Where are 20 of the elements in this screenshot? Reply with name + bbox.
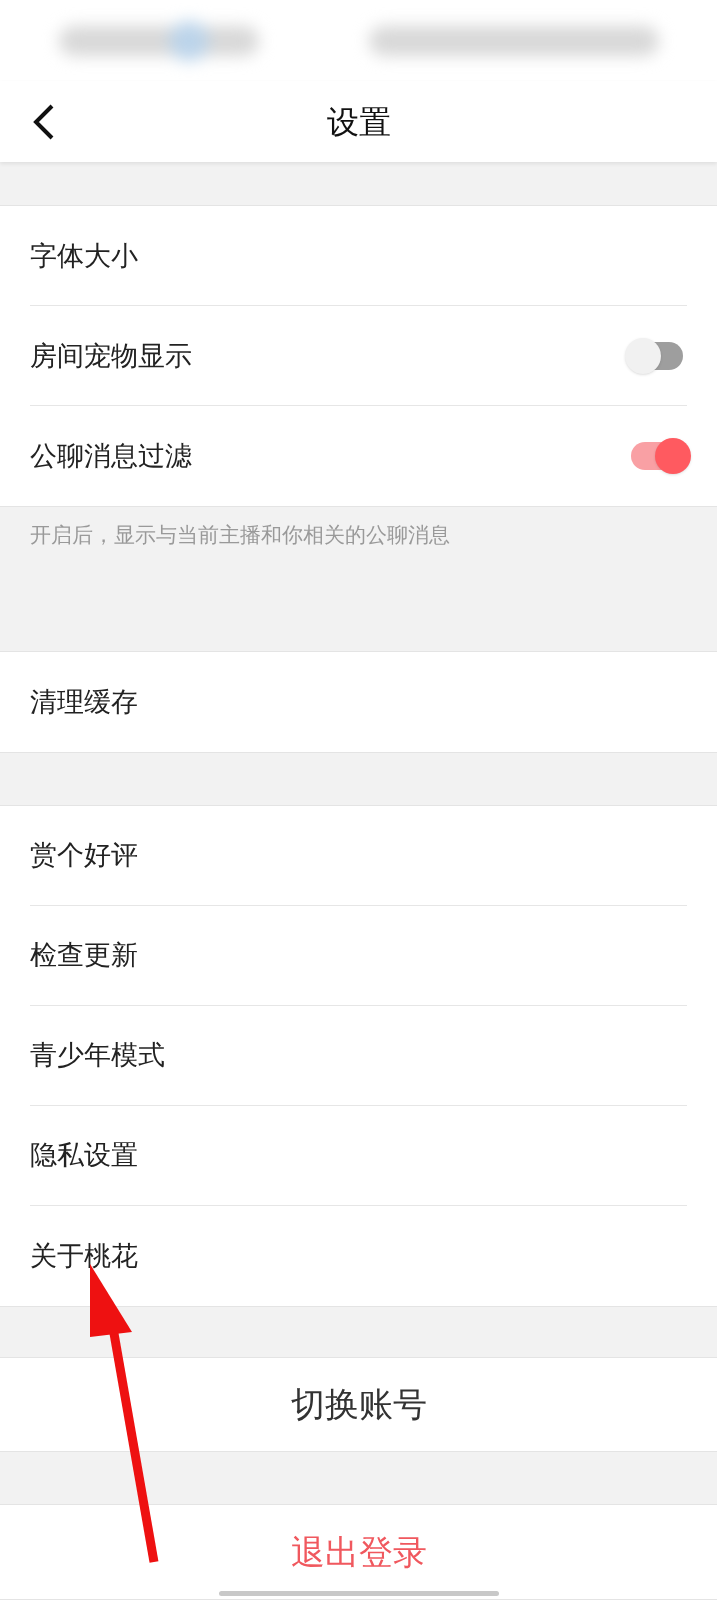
row-label: 字体大小	[30, 239, 138, 273]
settings-row[interactable]: 关于桃花	[30, 1205, 687, 1306]
switch-account-button[interactable]: 切换账号	[0, 1356, 717, 1453]
settings-row[interactable]: 字体大小	[30, 206, 687, 307]
row-label: 清理缓存	[30, 685, 138, 719]
settings-row[interactable]: 青少年模式	[30, 1005, 687, 1106]
row-label: 隐私设置	[30, 1139, 138, 1173]
settings-row[interactable]: 检查更新	[30, 905, 687, 1006]
page-title: 设置	[326, 102, 391, 142]
row-label: 房间宠物显示	[30, 339, 192, 373]
row-label: 赏个好评	[30, 839, 138, 873]
settings-row[interactable]: 隐私设置	[30, 1105, 687, 1206]
row-label: 公聊消息过滤	[30, 440, 192, 474]
row-label: 关于桃花	[30, 1239, 138, 1273]
settings-row[interactable]: 赏个好评	[30, 805, 687, 906]
row-label: 青少年模式	[30, 1039, 165, 1073]
settings-row[interactable]: 公聊消息过滤	[30, 406, 687, 507]
hint-text: 开启后，显示与当前主播和你相关的公聊消息	[29, 522, 451, 549]
settings-row[interactable]: 房间宠物显示	[30, 306, 687, 407]
row-label: 检查更新	[30, 939, 138, 973]
